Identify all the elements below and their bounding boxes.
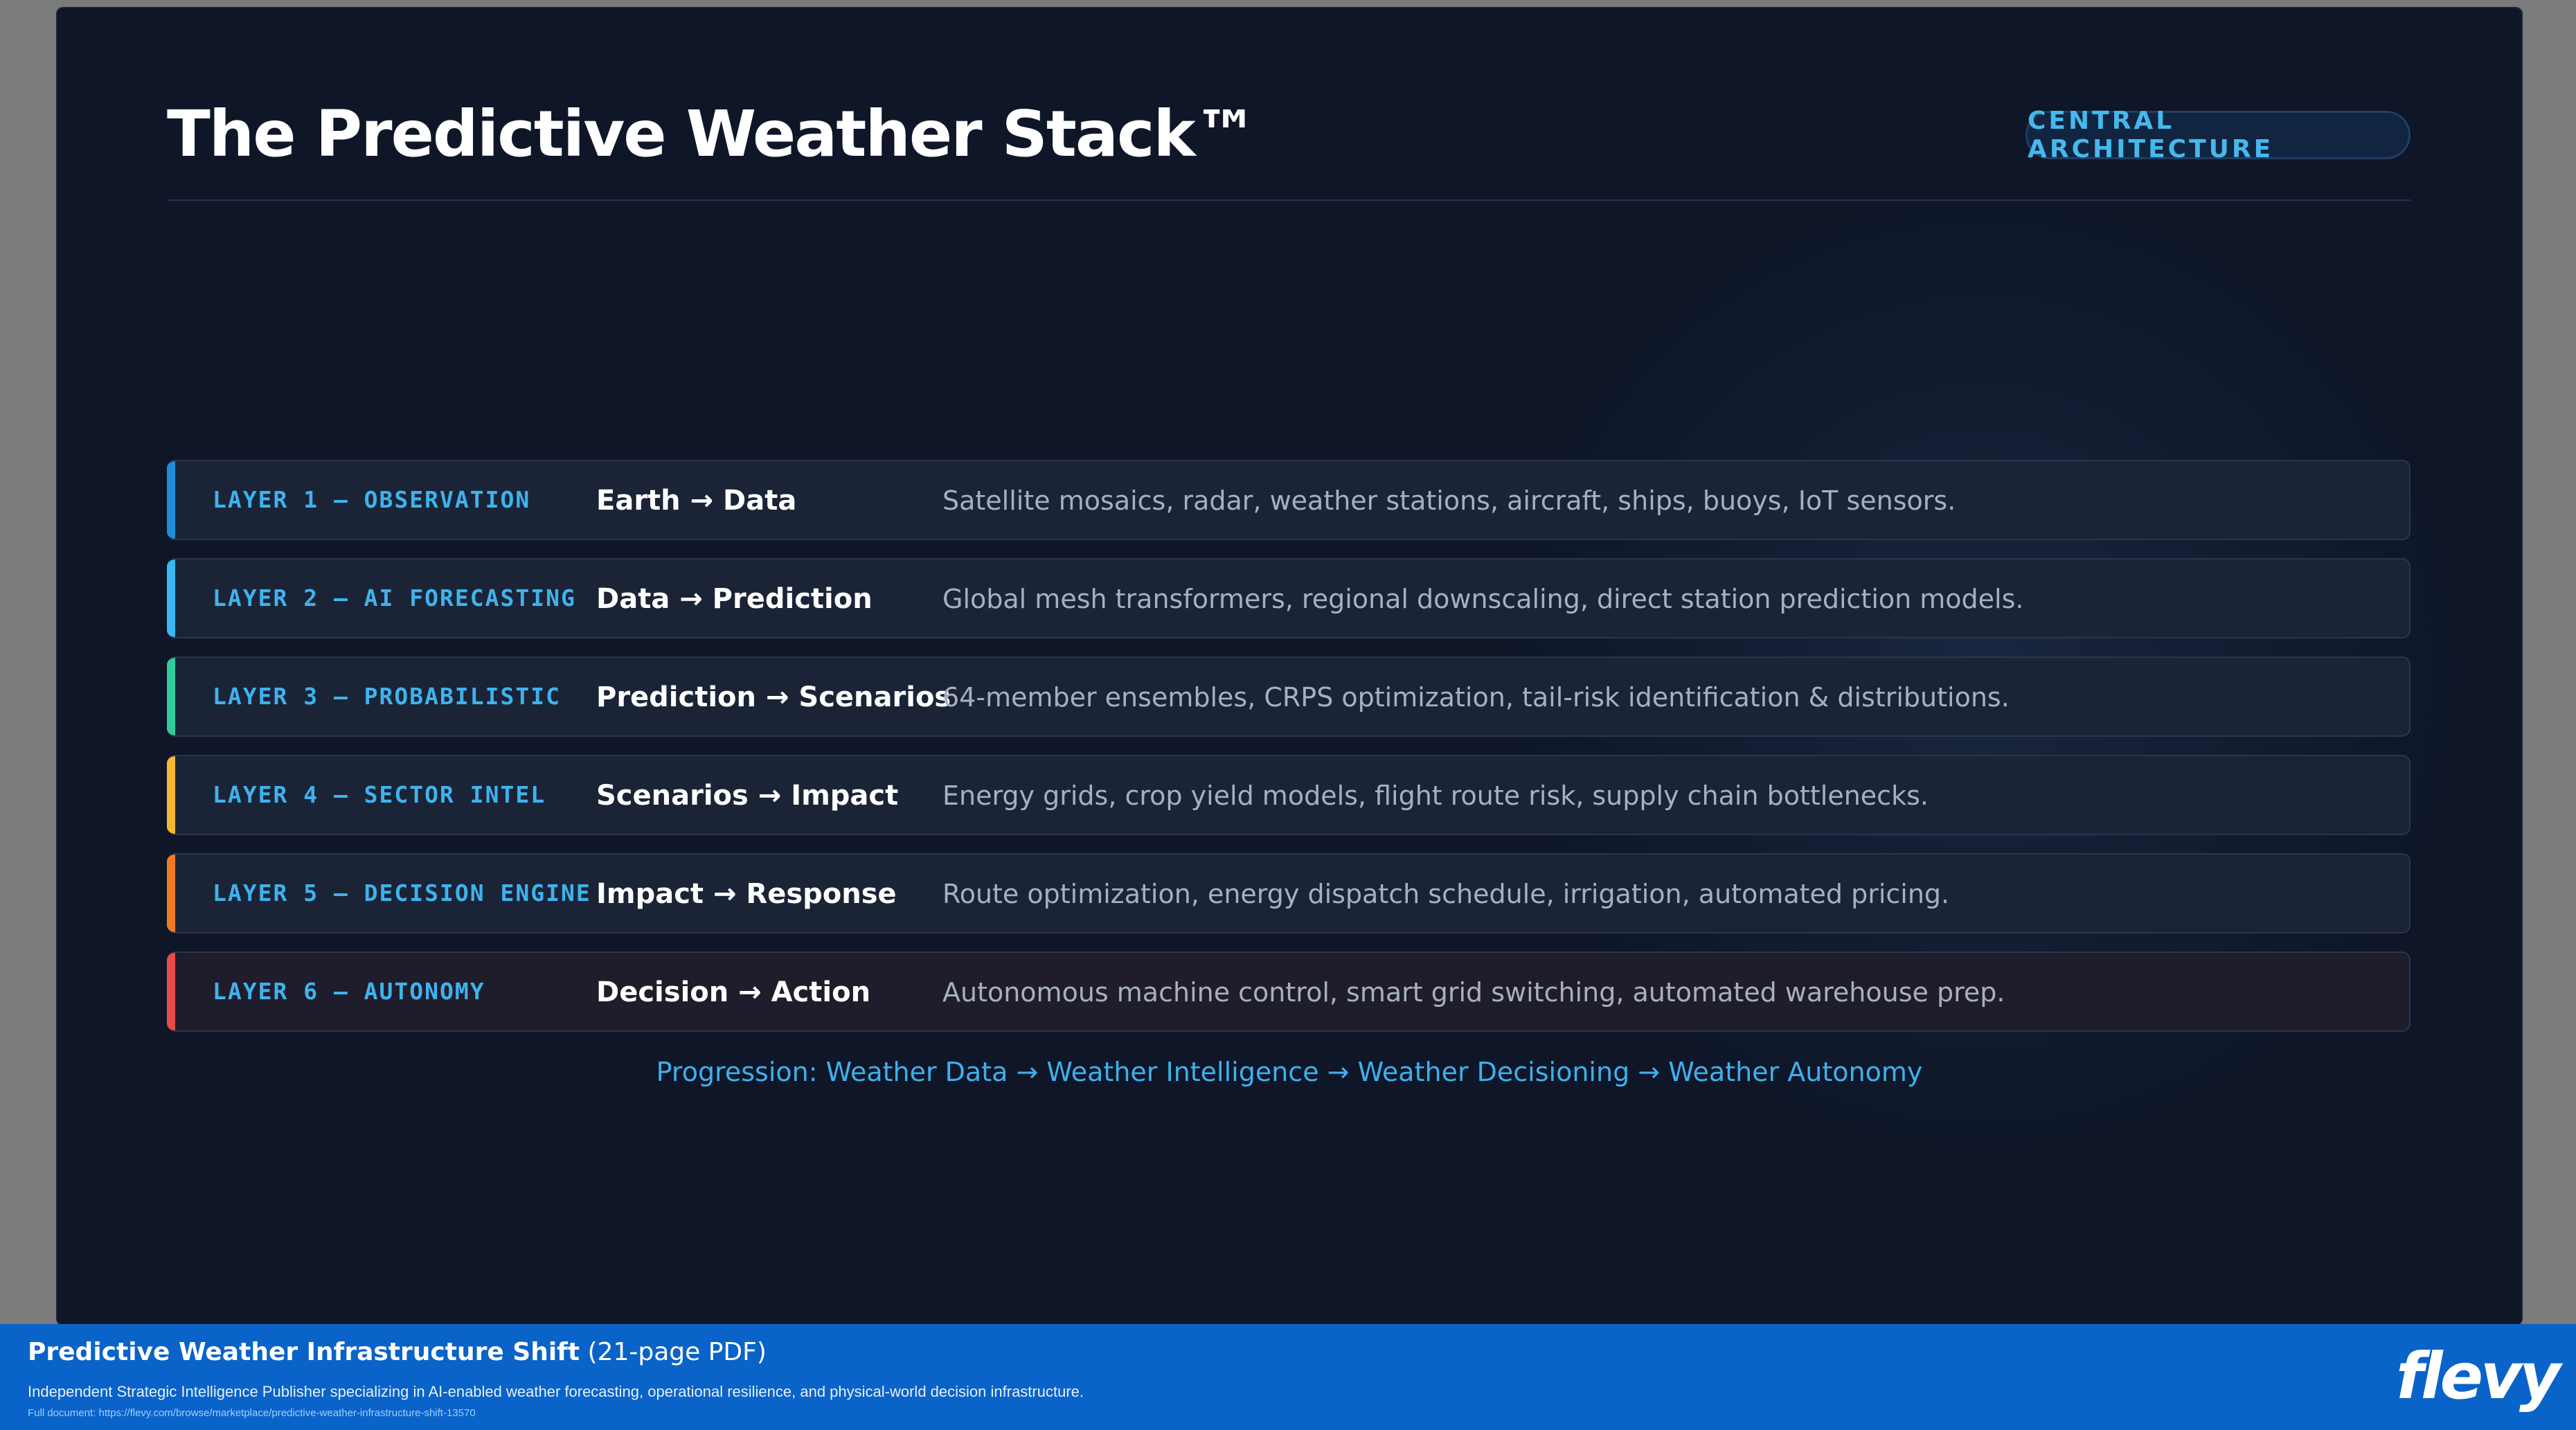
footer-banner[interactable]: Predictive Weather Infrastructure Shift …: [0, 1324, 2576, 1430]
layer-row-probabilistic: LAYER 3 — PROBABILISTIC Prediction → Sce…: [167, 656, 2410, 737]
layer-flow: Scenarios → Impact: [596, 780, 899, 812]
layer-accent-bar: [167, 461, 175, 539]
layer-name: LAYER 4 — SECTOR INTEL: [213, 781, 546, 808]
footer-title[interactable]: Predictive Weather Infrastructure Shift …: [28, 1338, 767, 1366]
layer-flow: Data → Prediction: [596, 583, 873, 615]
slide: The Predictive Weather Stack™ CENTRAL AR…: [56, 7, 2523, 1325]
layer-row-autonomy: LAYER 6 — AUTONOMY Decision → Action Aut…: [167, 951, 2410, 1032]
layer-name: LAYER 1 — OBSERVATION: [213, 486, 531, 513]
layer-description: Global mesh transformers, regional downs…: [942, 584, 2024, 614]
progression-text: Progression: Weather Data → Weather Inte…: [656, 1057, 1923, 1087]
layer-row-ai-forecasting: LAYER 2 — AI FORECASTING Data → Predicti…: [167, 558, 2410, 638]
layer-description: Route optimization, energy dispatch sche…: [942, 879, 1950, 909]
central-architecture-badge: CENTRAL ARCHITECTURE: [2025, 107, 2410, 163]
layer-name: LAYER 6 — AUTONOMY: [213, 978, 485, 1005]
layer-description: 64-member ensembles, CRPS optimization, …: [942, 682, 2010, 713]
page-count: (21-page PDF): [587, 1338, 767, 1366]
document-link[interactable]: Full document: https://flevy.com/browse/…: [28, 1407, 476, 1419]
layer-description: Energy grids, crop yield models, flight …: [942, 780, 1929, 811]
slide-title: The Predictive Weather Stack™: [167, 97, 1258, 171]
footer-description: Independent Strategic Intelligence Publi…: [28, 1383, 1084, 1400]
layer-name: LAYER 5 — DECISION ENGINE: [213, 879, 591, 906]
layer-row-sector-intel: LAYER 4 — SECTOR INTEL Scenarios → Impac…: [167, 755, 2410, 835]
flevy-logo[interactable]: flevy: [2396, 1339, 2561, 1413]
layer-flow: Earth → Data: [596, 485, 797, 517]
layer-accent-bar: [167, 658, 175, 735]
layer-description: Autonomous machine control, smart grid s…: [942, 977, 2005, 1008]
layer-flow: Impact → Response: [596, 878, 897, 910]
layer-accent-bar: [167, 855, 175, 932]
title-divider: [167, 199, 2410, 201]
layer-accent-bar: [167, 756, 175, 834]
layer-row-observation: LAYER 1 — OBSERVATION Earth → Data Satel…: [167, 460, 2410, 540]
document-title[interactable]: Predictive Weather Infrastructure Shift: [28, 1338, 580, 1366]
layer-flow: Prediction → Scenarios: [596, 681, 951, 713]
layer-row-decision-engine: LAYER 5 — DECISION ENGINE Impact → Respo…: [167, 853, 2410, 933]
layer-accent-bar: [167, 560, 175, 637]
layer-name: LAYER 3 — PROBABILISTIC: [213, 683, 561, 710]
layer-name: LAYER 2 — AI FORECASTING: [213, 584, 576, 611]
layer-flow: Decision → Action: [596, 976, 871, 1008]
layer-accent-bar: [167, 953, 175, 1030]
layer-description: Satellite mosaics, radar, weather statio…: [942, 485, 1956, 516]
